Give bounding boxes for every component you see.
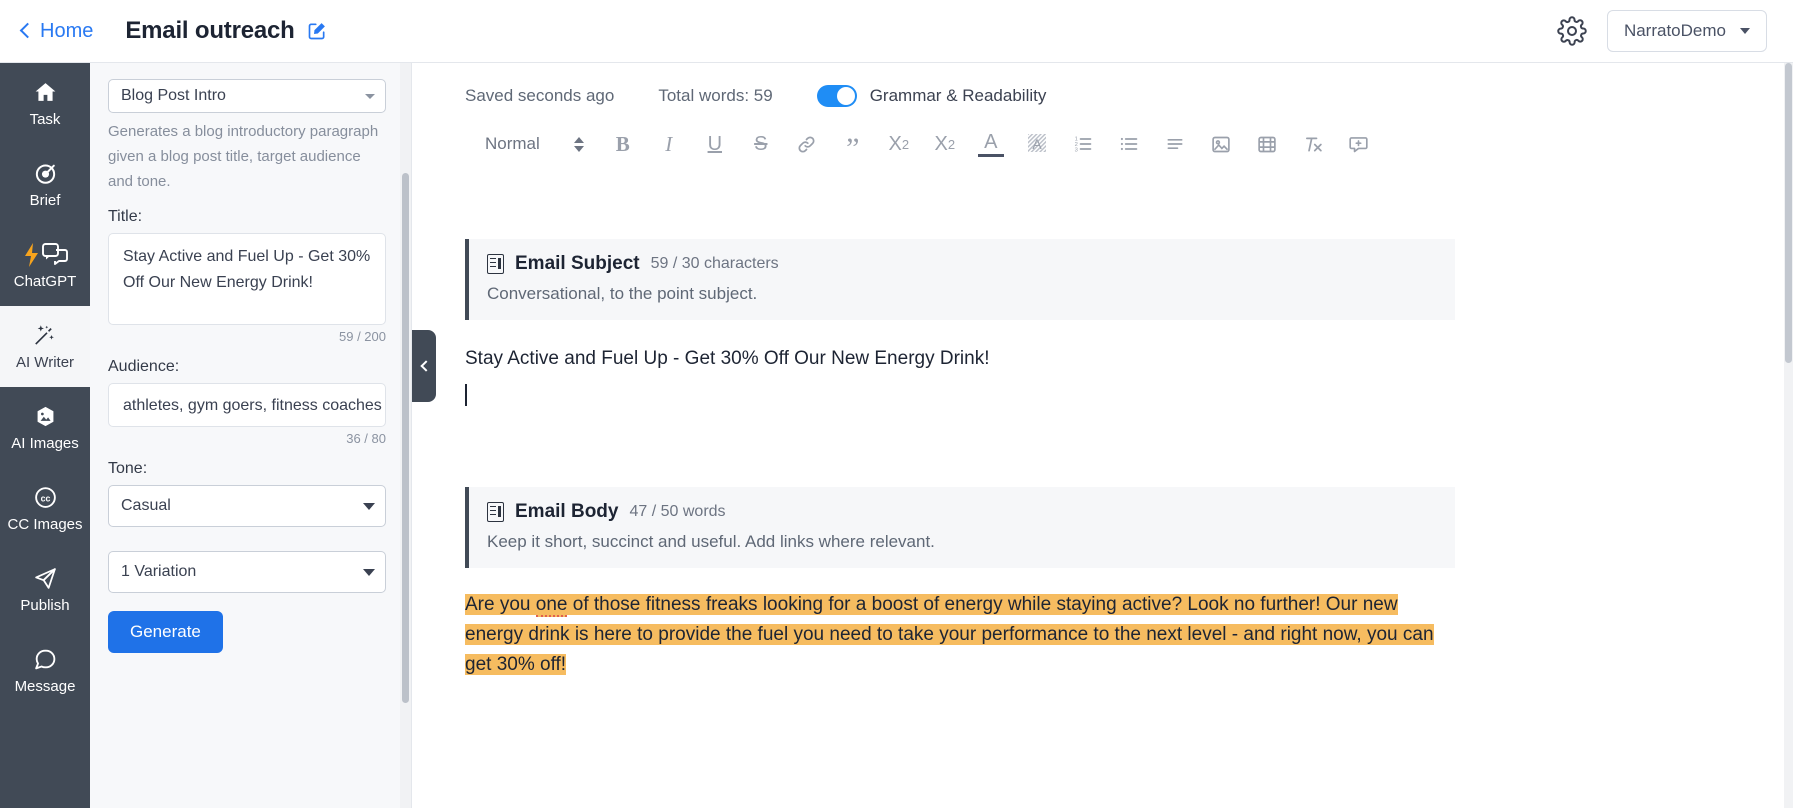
- toggle-knob: [836, 87, 855, 105]
- paragraph-style-select[interactable]: Normal: [472, 134, 584, 154]
- paragraph-style-label: Normal: [485, 134, 540, 153]
- email-body-subtitle: Keep it short, succinct and useful. Add …: [487, 532, 935, 551]
- top-header-bar: Home Email outreach NarratoDemo: [0, 0, 1793, 63]
- document-icon: [487, 254, 504, 274]
- email-subject-value: Stay Active and Fuel Up - Get 30% Off Ou…: [465, 348, 990, 369]
- back-home-link[interactable]: Home: [19, 19, 94, 43]
- bullet-list-icon[interactable]: [1106, 127, 1152, 161]
- document-icon: [487, 502, 504, 522]
- strikethrough-icon[interactable]: S: [738, 127, 784, 161]
- insert-image-icon[interactable]: [1198, 127, 1244, 161]
- text-caret: [465, 384, 467, 406]
- chevron-down-icon: [1740, 28, 1750, 34]
- body-text-seg-1: Are you: [465, 594, 536, 615]
- document-editor: Saved seconds ago Total words: 59 Gramma…: [413, 63, 1793, 808]
- editor-scrollbar[interactable]: [1784, 63, 1793, 808]
- formatting-toolbar: Normal B I U S ” X2 X2 A A 1 2 3: [0, 107, 1793, 164]
- email-body-counter: 47 / 50 words: [629, 503, 726, 520]
- grammar-readability-toggle[interactable]: Grammar & Readability: [816, 85, 1047, 107]
- subscript-icon[interactable]: X2: [876, 127, 922, 161]
- email-subject-title: Email Subject: [515, 253, 640, 274]
- editor-scrollbar-thumb[interactable]: [1785, 63, 1792, 363]
- ordered-list-icon[interactable]: 1 2 3: [1060, 127, 1106, 161]
- email-body-card-head: Email Body 47 / 50 words: [487, 501, 1435, 523]
- grammar-readability-label: Grammar & Readability: [869, 86, 1047, 105]
- gear-icon[interactable]: [1555, 14, 1589, 48]
- italic-icon[interactable]: I: [646, 127, 692, 161]
- document-content: Email Subject 59 / 30 characters Convers…: [0, 161, 1793, 680]
- toggle-switch[interactable]: [816, 85, 857, 107]
- underline-icon[interactable]: U: [692, 127, 738, 161]
- edit-pencil-icon[interactable]: [307, 21, 327, 41]
- total-words-status: Total words: 59: [658, 86, 773, 105]
- email-body-title: Email Body: [515, 501, 619, 522]
- highlight-color-icon[interactable]: A: [1014, 127, 1060, 161]
- clear-format-icon[interactable]: [1290, 127, 1336, 161]
- account-name-label: NarratoDemo: [1623, 21, 1726, 40]
- account-menu-button[interactable]: NarratoDemo: [1606, 10, 1767, 52]
- editor-caret-line[interactable]: [465, 384, 1793, 407]
- template-select-value: Blog Post Intro: [121, 87, 226, 104]
- editor-status-bar: Saved seconds ago Total words: 59 Gramma…: [413, 63, 1793, 107]
- link-icon[interactable]: [784, 127, 830, 161]
- blockquote-icon[interactable]: ”: [830, 127, 876, 164]
- header-right-controls: NarratoDemo: [1555, 10, 1767, 52]
- email-body-text[interactable]: Are you one of those fitness freaks look…: [465, 590, 1455, 680]
- svg-text:A: A: [1032, 136, 1042, 152]
- align-icon[interactable]: [1152, 127, 1198, 161]
- collapse-panel-handle[interactable]: [412, 330, 436, 402]
- bold-icon[interactable]: B: [600, 127, 646, 161]
- email-subject-card-head: Email Subject 59 / 30 characters: [487, 253, 1435, 275]
- sidebar-item-label: Message: [14, 677, 76, 695]
- insert-video-icon[interactable]: [1244, 127, 1290, 161]
- body-text-misspelled-word: one: [535, 594, 568, 617]
- add-comment-icon[interactable]: [1336, 127, 1382, 161]
- superscript-icon[interactable]: X2: [922, 127, 968, 161]
- email-subject-subtitle: Conversational, to the point subject.: [487, 284, 758, 303]
- email-subject-text[interactable]: Stay Active and Fuel Up - Get 30% Off Ou…: [465, 348, 1793, 370]
- chevron-left-icon: [19, 22, 36, 39]
- chevron-updown-icon: [573, 136, 584, 152]
- svg-text:3: 3: [1074, 148, 1077, 154]
- body-text-seg-2: of those fitness freaks looking for a bo…: [465, 594, 1434, 675]
- text-color-icon[interactable]: A: [977, 131, 1004, 157]
- chevron-left-icon: [419, 360, 432, 372]
- page-title: Email outreach: [125, 17, 295, 44]
- email-body-card: Email Body 47 / 50 words Keep it short, …: [465, 487, 1455, 568]
- home-icon: [33, 80, 58, 106]
- chevron-down-icon: [365, 93, 375, 99]
- back-home-label: Home: [40, 19, 94, 42]
- email-subject-card: Email Subject 59 / 30 characters Convers…: [465, 239, 1455, 320]
- email-subject-counter: 59 / 30 characters: [650, 255, 779, 272]
- saved-status: Saved seconds ago: [465, 86, 615, 105]
